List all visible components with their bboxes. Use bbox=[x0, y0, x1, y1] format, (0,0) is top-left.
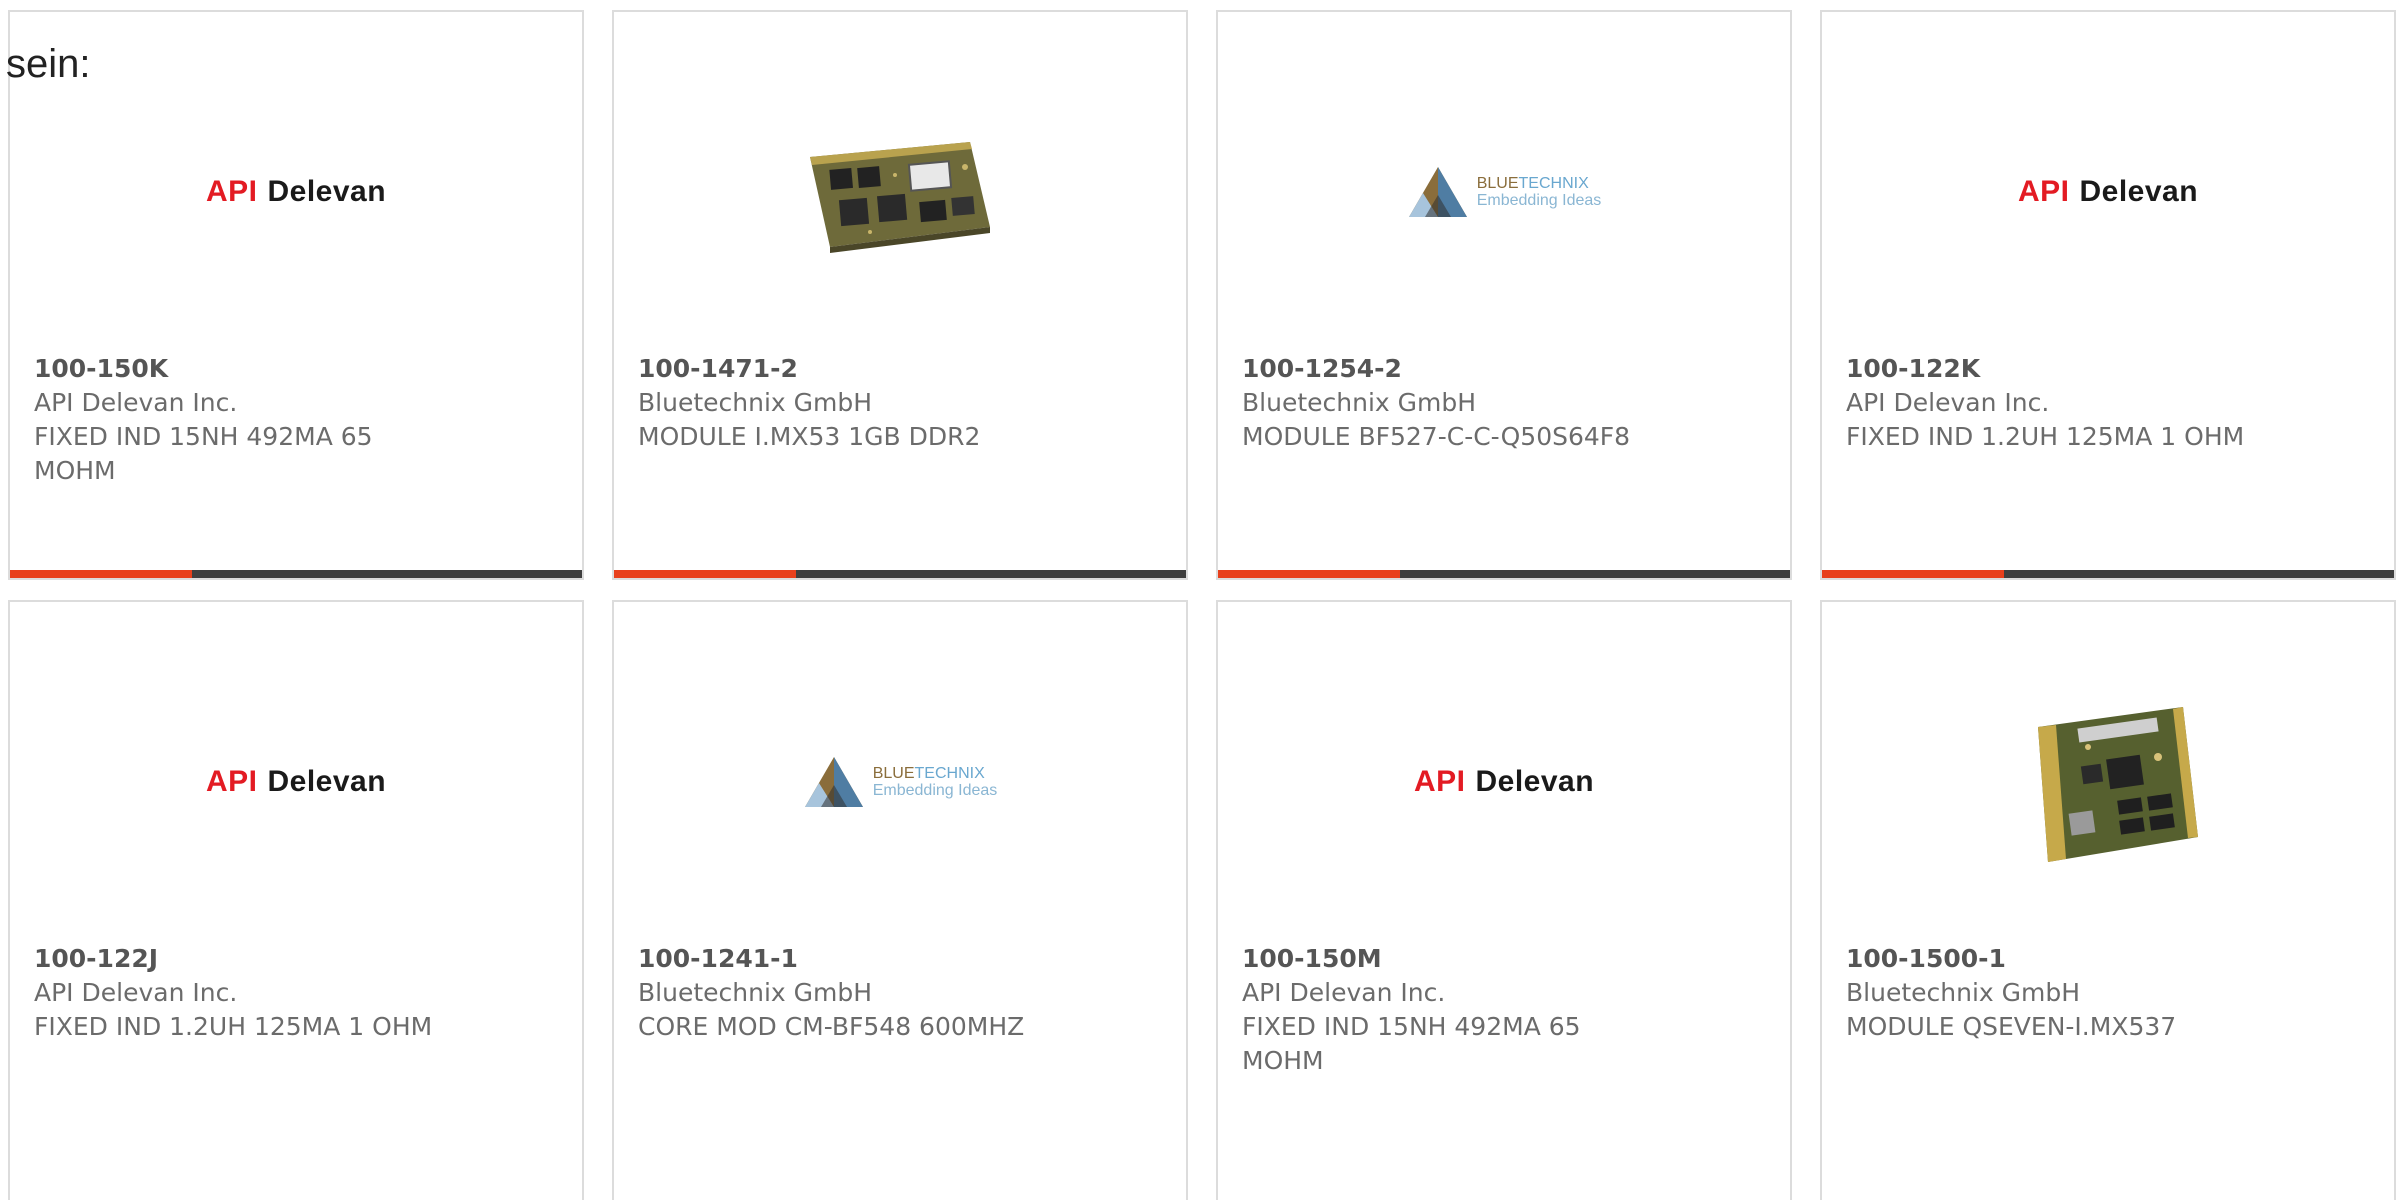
manufacturer: Bluetechnix GmbH bbox=[638, 978, 873, 1007]
product-image[interactable]: API Delevan bbox=[1218, 662, 1790, 902]
part-number[interactable]: 100-150M bbox=[1242, 942, 1766, 976]
manufacturer: Bluetechnix GmbH bbox=[1846, 978, 2081, 1007]
product-card[interactable]: API Delevan 100-150M API Delevan Inc. FIX… bbox=[1216, 600, 1792, 1200]
manufacturer: Bluetechnix GmbH bbox=[638, 388, 873, 417]
circuit-board-photo bbox=[2008, 687, 2208, 877]
manufacturer: API Delevan Inc. bbox=[1242, 978, 1446, 1007]
product-card[interactable]: API Delevan 100-122K API Delevan Inc. FIX… bbox=[1820, 10, 2396, 580]
part-number[interactable]: 100-1254-2 bbox=[1242, 352, 1766, 386]
api-delevan-logo: API Delevan bbox=[205, 765, 387, 798]
card-accent-bar bbox=[10, 570, 582, 578]
api-delevan-logo: API Delevan bbox=[205, 175, 387, 208]
product-description: MODULE QSEVEN-I.MX537 bbox=[1846, 1012, 2177, 1041]
product-description: FIXED IND 1.2UH 125MA 1 OHM bbox=[34, 1012, 433, 1041]
manufacturer: Bluetechnix GmbH bbox=[1242, 388, 1477, 417]
product-description: MODULE I.MX53 1GB DDR2 bbox=[638, 422, 981, 451]
product-description: FIXED IND 1.2UH 125MA 1 OHM bbox=[1846, 422, 2245, 451]
part-number[interactable]: 100-122J bbox=[34, 942, 558, 976]
part-number[interactable]: 100-1471-2 bbox=[638, 352, 1162, 386]
product-image[interactable]: BLUETECHNIX Embedding Ideas bbox=[1218, 72, 1790, 312]
product-description: FIXED IND 15NH 492MA 65 MOHM bbox=[1242, 1012, 1581, 1075]
product-image[interactable] bbox=[1822, 662, 2394, 902]
product-description: FIXED IND 15NH 492MA 65 MOHM bbox=[34, 422, 373, 485]
manufacturer: API Delevan Inc. bbox=[34, 388, 238, 417]
api-delevan-logo: API Delevan bbox=[1413, 765, 1595, 798]
part-number[interactable]: 100-150K bbox=[34, 352, 558, 386]
manufacturer: API Delevan Inc. bbox=[1846, 388, 2050, 417]
bluetechnix-logo: BLUETECHNIX Embedding Ideas bbox=[803, 755, 997, 809]
card-accent-bar bbox=[1218, 570, 1790, 578]
product-card[interactable]: 100-1500-1 Bluetechnix GmbH MODULE QSEVE… bbox=[1820, 600, 2396, 1200]
product-image[interactable]: API Delevan bbox=[1822, 72, 2394, 312]
manufacturer: API Delevan Inc. bbox=[34, 978, 238, 1007]
circuit-board-photo bbox=[800, 97, 1000, 287]
part-number[interactable]: 100-122K bbox=[1846, 352, 2370, 386]
bluetechnix-logo: BLUETECHNIX Embedding Ideas bbox=[1407, 165, 1601, 219]
product-image[interactable]: BLUETECHNIX Embedding Ideas bbox=[614, 662, 1186, 902]
api-delevan-logo: API Delevan bbox=[2017, 175, 2199, 208]
product-card[interactable]: API Delevan 100-122J API Delevan Inc. FIX… bbox=[8, 600, 584, 1200]
product-image[interactable]: API Delevan bbox=[10, 72, 582, 312]
product-image[interactable] bbox=[614, 72, 1186, 312]
part-number[interactable]: 100-1241-1 bbox=[638, 942, 1162, 976]
product-description: MODULE BF527-C-C-Q50S64F8 bbox=[1242, 422, 1631, 451]
product-description: CORE MOD CM-BF548 600MHZ bbox=[638, 1012, 1025, 1041]
product-card[interactable]: API Delevan 100-150K API Delevan Inc. FIX… bbox=[8, 10, 584, 580]
product-card[interactable]: BLUETECHNIX Embedding Ideas 100-1254-2 B… bbox=[1216, 10, 1792, 580]
card-accent-bar bbox=[1822, 570, 2394, 578]
leading-text: sein: bbox=[6, 42, 91, 86]
product-image[interactable]: API Delevan bbox=[10, 662, 582, 902]
part-number[interactable]: 100-1500-1 bbox=[1846, 942, 2370, 976]
product-card[interactable]: 100-1471-2 Bluetechnix GmbH MODULE I.MX5… bbox=[612, 10, 1188, 580]
card-accent-bar bbox=[614, 570, 1186, 578]
product-card[interactable]: BLUETECHNIX Embedding Ideas 100-1241-1 B… bbox=[612, 600, 1188, 1200]
